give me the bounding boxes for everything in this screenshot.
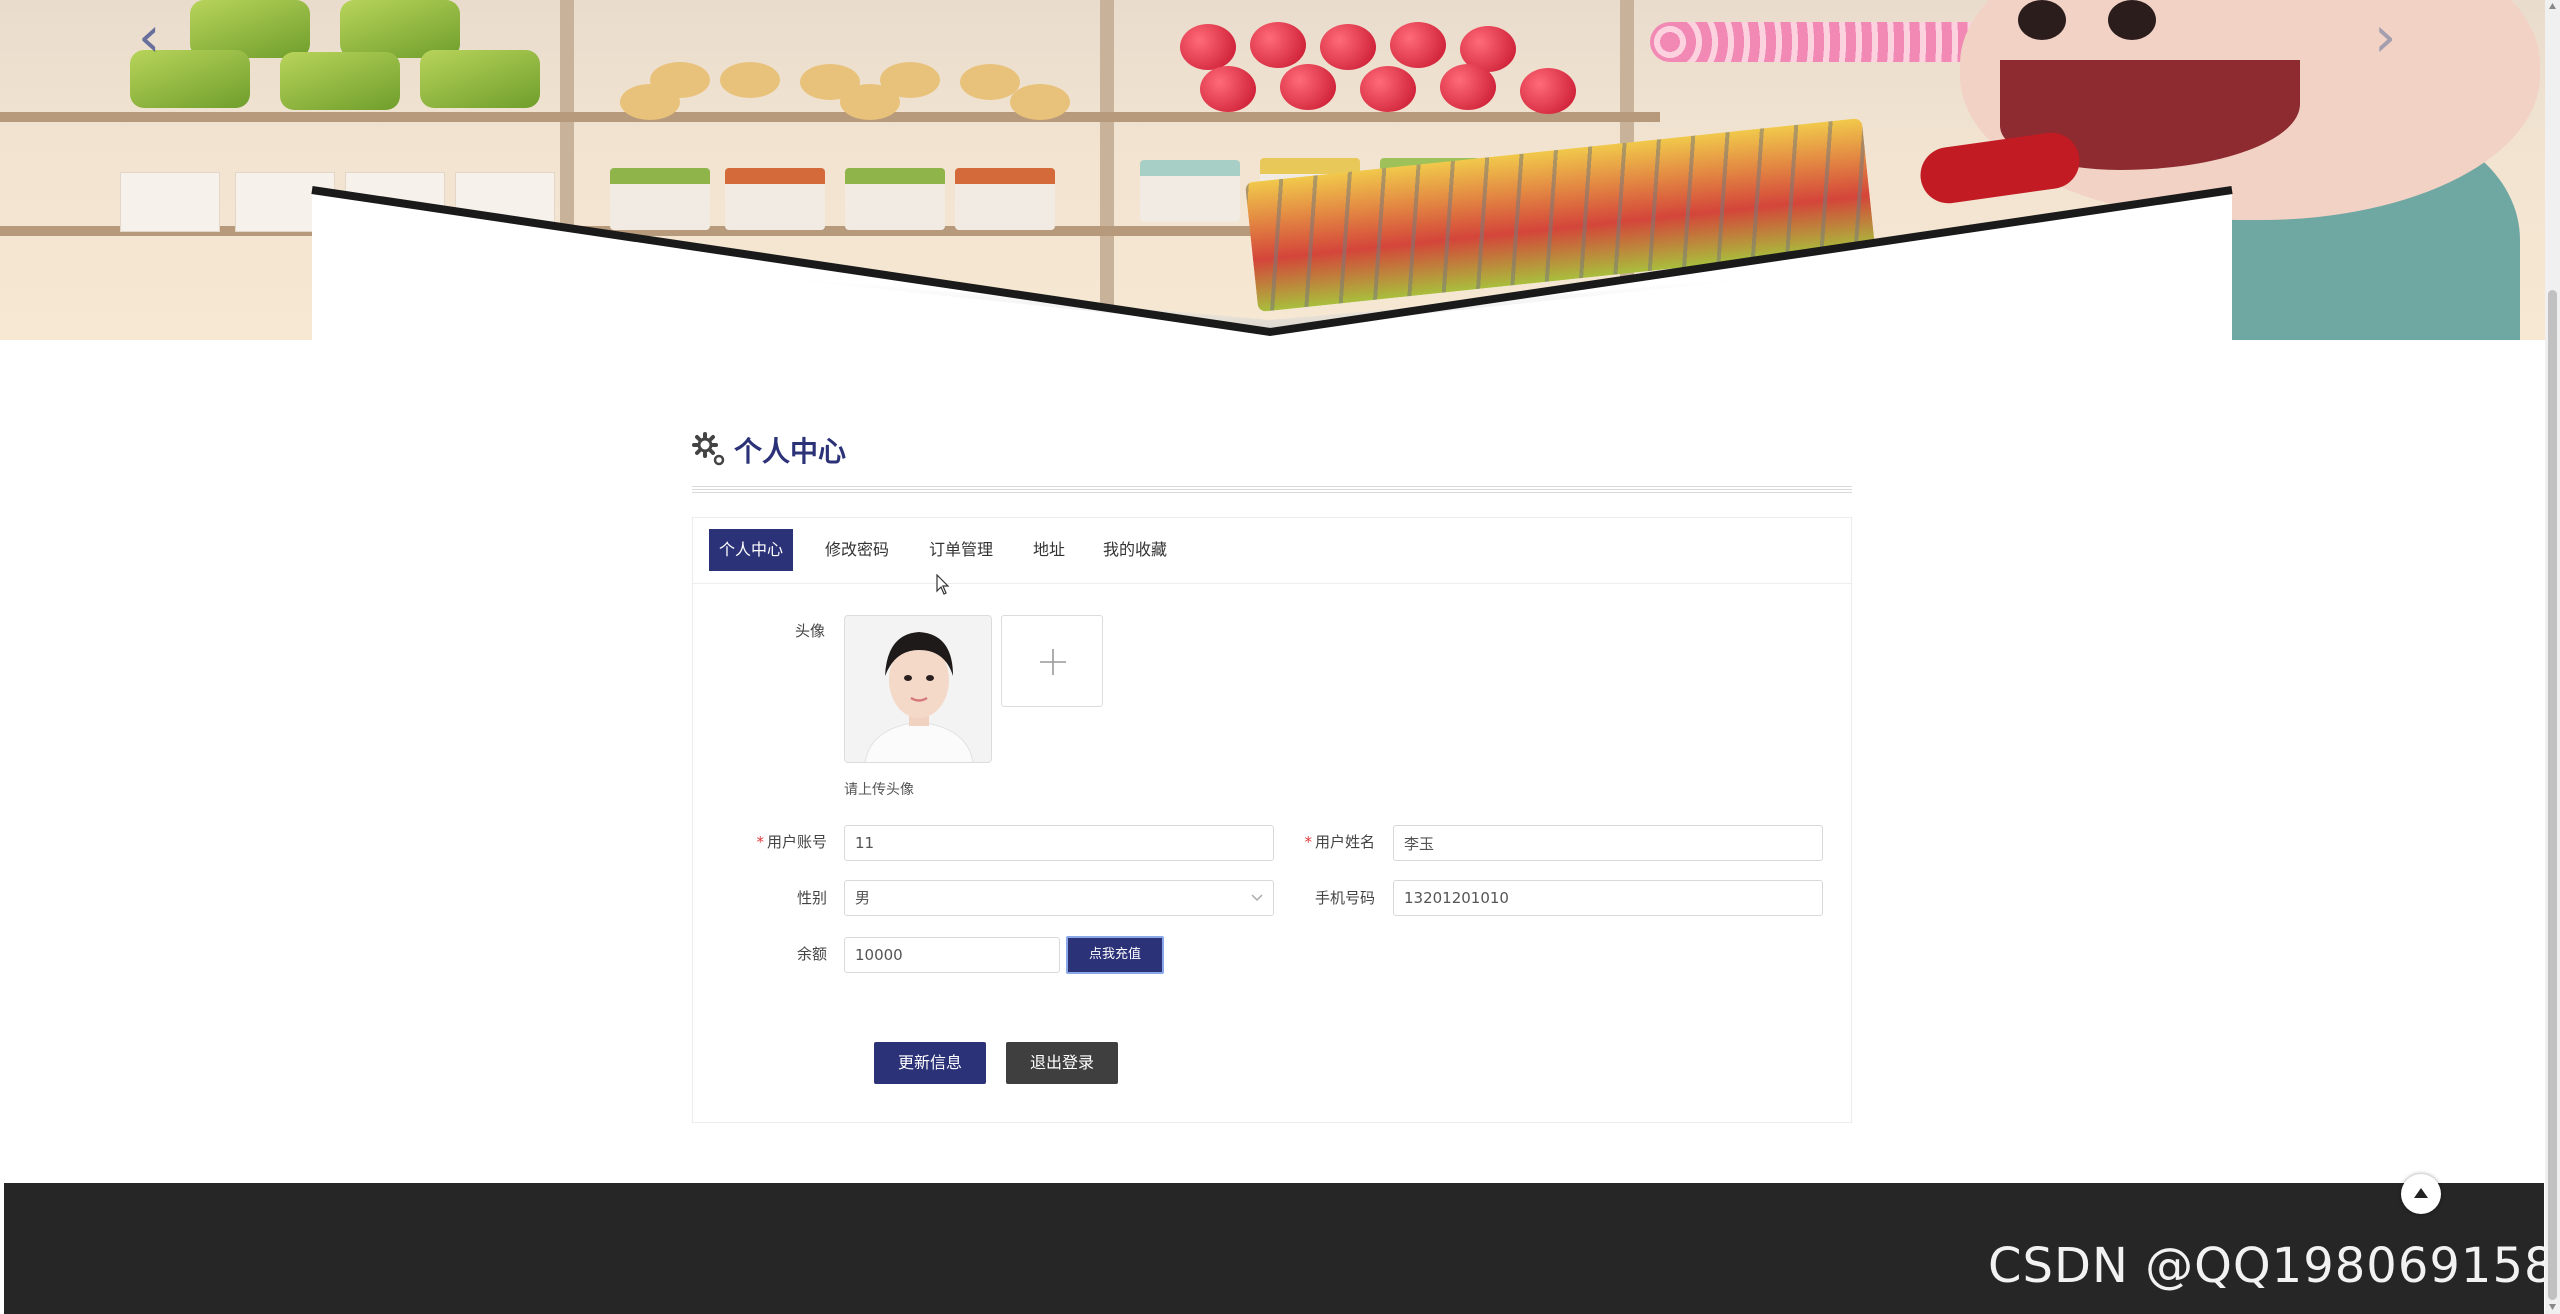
tab-favorites[interactable]: 我的收藏 [1093, 529, 1177, 571]
carousel-next-button[interactable]: › [2374, 10, 2396, 66]
tab-change-password[interactable]: 修改密码 [815, 529, 899, 571]
tab-bar: 个人中心 修改密码 订单管理 地址 我的收藏 [693, 518, 1851, 584]
page-scrollbar[interactable] [2545, 0, 2560, 1314]
tab-orders[interactable]: 订单管理 [919, 529, 1003, 571]
recharge-button[interactable]: 点我充值 [1066, 936, 1164, 974]
mouse-cursor-icon [936, 574, 950, 595]
required-mark: * [1304, 833, 1312, 851]
gender-label: 性别 [796, 889, 827, 907]
scrollbar-thumb[interactable] [2548, 290, 2557, 1300]
section-header: 个人中心 [692, 426, 1852, 496]
name-label: * 用户姓名 [1271, 831, 1375, 852]
profile-panel: 个人中心 修改密码 订单管理 地址 我的收藏 头像 请上传头像 *用户账号 *用… [692, 517, 1852, 1123]
account-input[interactable] [844, 825, 1274, 861]
gender-select-value: 男 [855, 889, 871, 907]
scroll-up-icon[interactable] [2548, 2, 2557, 10]
phone-input[interactable] [1393, 880, 1823, 916]
back-to-top-button[interactable] [2401, 1174, 2441, 1214]
name-input[interactable] [1393, 825, 1823, 861]
account-label: * 用户账号 [723, 831, 827, 852]
plus-icon [1040, 649, 1066, 675]
carousel-prev-button[interactable]: ‹ [138, 10, 160, 66]
chevron-down-icon [1251, 894, 1263, 902]
banner-wave-divider [311, 186, 2233, 340]
scroll-down-icon[interactable] [2548, 1303, 2557, 1311]
avatar-label: 头像 [794, 622, 825, 640]
avatar-photo [845, 616, 991, 762]
hero-banner: ‹ › [0, 0, 2545, 340]
update-info-button[interactable]: 更新信息 [874, 1042, 986, 1084]
tab-profile[interactable]: 个人中心 [709, 529, 794, 571]
triangle-up-icon [2414, 1188, 2428, 1198]
name-label-text: 用户姓名 [1314, 833, 1375, 851]
required-mark: * [756, 833, 764, 851]
upload-tip: 请上传头像 [844, 782, 914, 798]
page-title: 个人中心 [734, 435, 847, 468]
logout-button[interactable]: 退出登录 [1006, 1042, 1118, 1084]
avatar [844, 615, 992, 763]
section-divider [692, 486, 1852, 494]
phone-label: 手机号码 [1314, 889, 1375, 907]
avatar-upload-button[interactable] [1001, 615, 1103, 707]
watermark: CSDN @QQ1980691580 [1988, 1238, 2560, 1294]
balance-label: 余额 [796, 945, 827, 963]
gear-icon [692, 432, 725, 466]
tab-address[interactable]: 地址 [1023, 529, 1075, 571]
account-label-text: 用户账号 [766, 833, 827, 851]
balance-input[interactable] [844, 937, 1060, 973]
gender-select[interactable]: 男 [844, 880, 1274, 916]
